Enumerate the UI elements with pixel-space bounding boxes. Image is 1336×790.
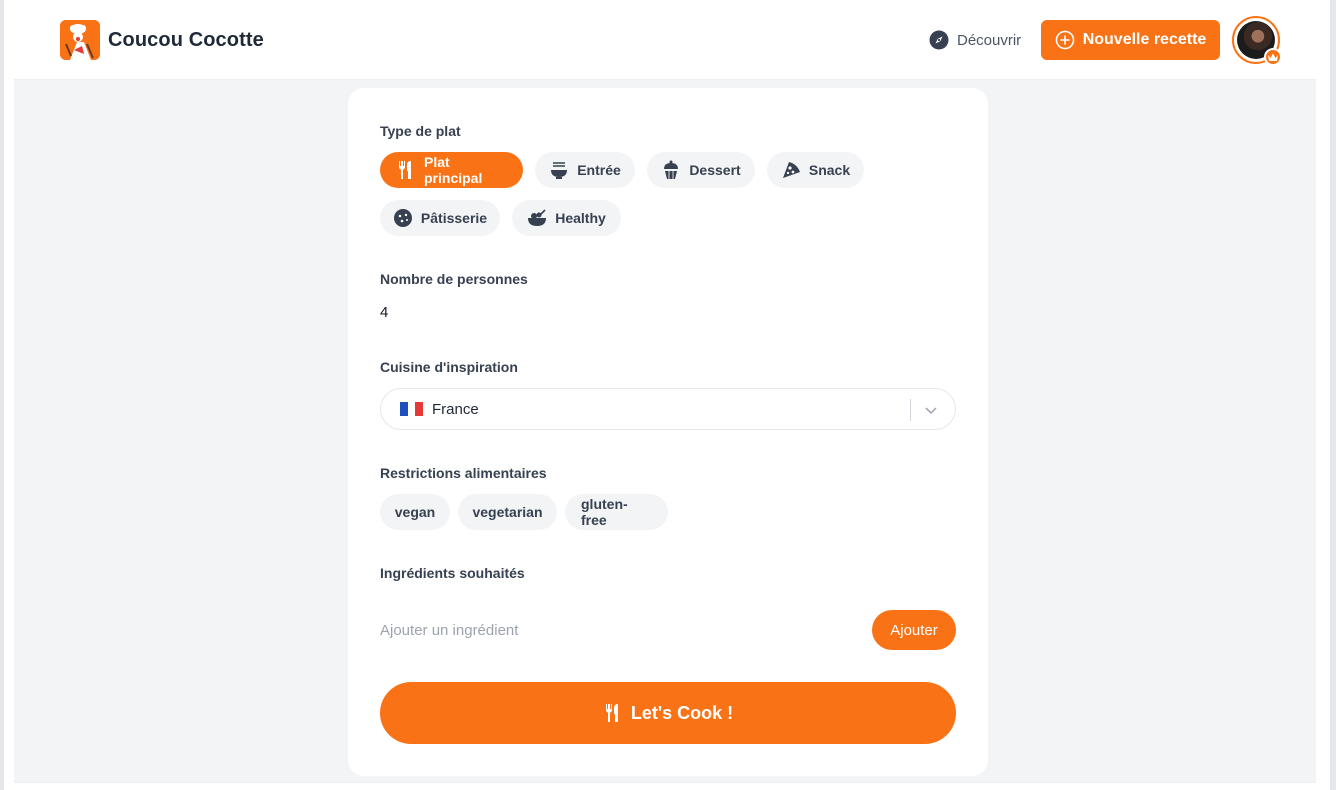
dish-type-label-text: Pâtisserie	[420, 210, 488, 226]
app-title: Coucou Cocotte	[108, 28, 264, 51]
dish-type-snack[interactable]: Snack	[767, 152, 864, 188]
dish-type-label-text: Entrée	[577, 162, 621, 178]
add-ingredient-button[interactable]: Ajouter	[872, 610, 956, 650]
restriction-vegan[interactable]: vegan	[380, 494, 450, 530]
window-margin-right	[1316, 0, 1330, 790]
lets-cook-button[interactable]: Let's Cook !	[380, 682, 956, 744]
dish-type-entree[interactable]: Entrée	[535, 152, 635, 188]
restrictions-label: Restrictions alimentaires	[380, 465, 547, 481]
crown-icon	[1264, 48, 1282, 66]
app-logo[interactable]: Coucou Cocotte	[60, 20, 264, 60]
plus-circle-icon	[1055, 30, 1074, 50]
chevron-down-icon[interactable]	[923, 402, 939, 418]
user-avatar[interactable]	[1232, 16, 1282, 66]
lets-cook-label: Let's Cook !	[630, 702, 734, 723]
ingredients-label: Ingrédients souhaités	[380, 565, 525, 581]
salad-bowl-icon	[527, 208, 547, 228]
servings-label: Nombre de personnes	[380, 271, 528, 287]
cupcake-icon	[661, 160, 681, 180]
dish-type-label-text: Healthy	[555, 210, 606, 226]
restriction-label-text: gluten-free	[581, 496, 628, 528]
dish-type-label-text: Dessert	[689, 162, 741, 178]
discover-link[interactable]: Découvrir	[929, 30, 1021, 50]
pizza-slice-icon	[781, 160, 801, 180]
restriction-vegetarian[interactable]: vegetarian	[458, 494, 557, 530]
dish-type-healthy[interactable]: Healthy	[512, 200, 621, 236]
dish-type-plat-principal[interactable]: Plat principal	[380, 152, 523, 188]
top-navbar: Coucou Cocotte Découvrir Nouvelle recett…	[14, 0, 1316, 80]
compass-icon	[929, 30, 949, 50]
dish-type-patisserie[interactable]: Pâtisserie	[380, 200, 500, 236]
ingredient-input[interactable]	[380, 618, 860, 642]
restriction-label-text: vegetarian	[472, 504, 543, 520]
restriction-label-text: vegan	[394, 504, 436, 520]
new-recipe-button[interactable]: Nouvelle recette	[1041, 20, 1220, 60]
dish-type-label-text: Snack	[808, 162, 851, 178]
flag-france-icon	[400, 402, 424, 416]
footer-strip	[14, 782, 1316, 790]
utensils-icon	[605, 704, 618, 722]
dish-type-dessert[interactable]: Dessert	[647, 152, 755, 188]
new-recipe-label: Nouvelle recette	[1082, 31, 1207, 48]
recipe-generator-form: Type de plat Plat principal Entrée Desse…	[348, 88, 988, 776]
cuisine-label: Cuisine d'inspiration	[380, 359, 518, 375]
bowl-icon	[549, 160, 569, 180]
cuisine-selected-value: France	[432, 400, 479, 418]
cookie-icon	[393, 208, 413, 228]
discover-label: Découvrir	[957, 31, 1022, 49]
cuisine-select[interactable]: France	[380, 388, 956, 430]
utensils-icon	[396, 160, 416, 180]
restriction-gluten-free[interactable]: gluten-free	[565, 494, 668, 530]
window-margin-left	[4, 0, 14, 790]
window-frame-right	[1330, 0, 1336, 790]
servings-input[interactable]: 4	[380, 304, 388, 321]
dish-type-label-text: Plat principal	[424, 154, 483, 186]
select-separator	[910, 399, 911, 421]
dish-type-label: Type de plat	[380, 123, 461, 139]
chef-logo-icon	[60, 20, 100, 60]
